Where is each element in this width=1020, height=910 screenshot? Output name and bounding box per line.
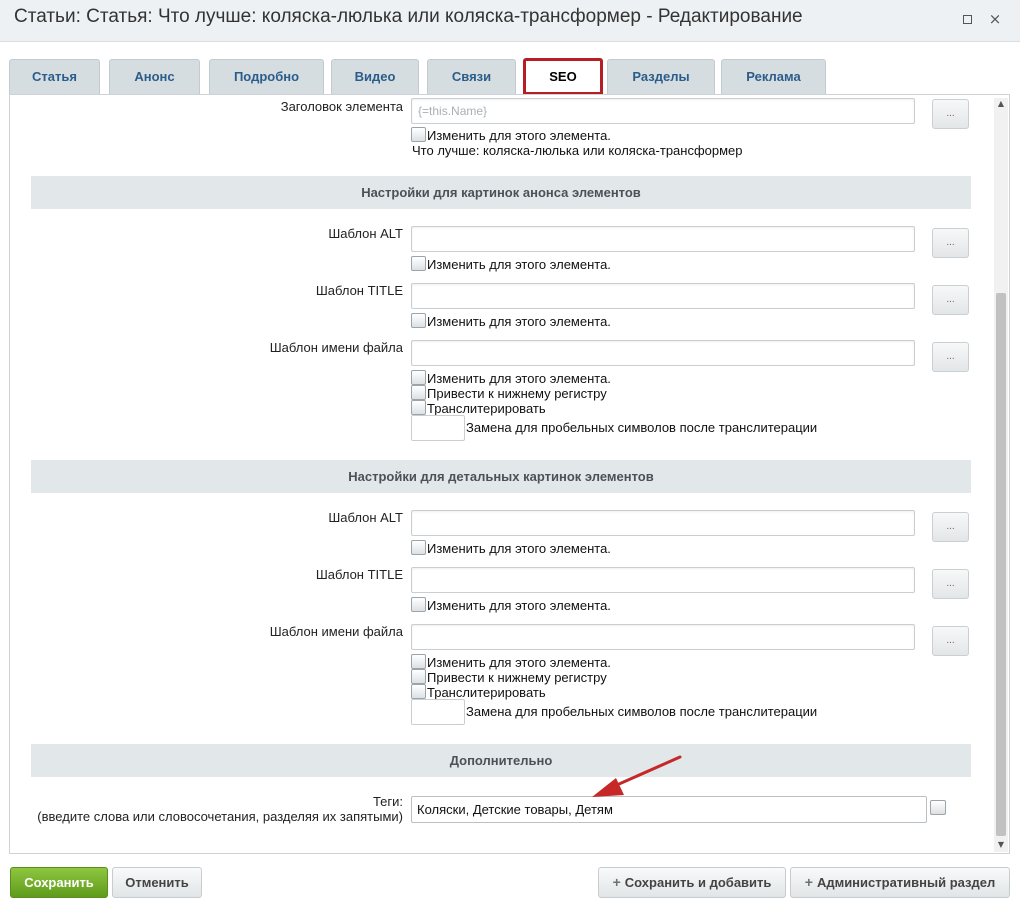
announce-title-label: Шаблон TITLE	[315, 283, 403, 298]
tab-announce[interactable]: Анонс	[109, 59, 200, 94]
window-title: Статьи: Статья: Что лучше: коляска-люльк…	[14, 6, 803, 27]
checkbox-label: Транслитерировать	[427, 685, 546, 700]
scroll-up-icon[interactable]: ▲	[996, 99, 1006, 109]
detail-title-input[interactable]	[411, 567, 915, 593]
element-title-computed: Что лучше: коляска-люлька или коляска-тр…	[412, 143, 743, 158]
save-and-add-button[interactable]: + Сохранить и добавить	[598, 867, 786, 898]
save-and-add-label: Сохранить и добавить	[624, 875, 772, 890]
element-title-change-checkbox-row: Изменить для этого элемента.	[411, 127, 611, 143]
detail-alt-input[interactable]	[411, 510, 915, 536]
maximize-icon[interactable]	[958, 10, 976, 28]
tags-label: Теги:	[372, 794, 403, 809]
admin-section-label: Административный раздел	[816, 875, 996, 890]
scroll-down-icon[interactable]: ▼	[996, 840, 1006, 850]
annotation-arrow-icon	[592, 755, 682, 797]
detail-title-insert-button[interactable]: ...	[932, 569, 969, 599]
detail-title-checkbox-row: Изменить для этого элемента.	[411, 597, 611, 613]
detail-filename-change-row: Изменить для этого элемента.	[411, 654, 611, 670]
detail-lowercase-checkbox[interactable]	[411, 669, 426, 684]
announce-title-insert-button[interactable]: ...	[932, 285, 969, 315]
announce-filename-label: Шаблон имени файла	[269, 340, 403, 355]
tab-seo[interactable]: SEO	[523, 58, 603, 95]
cancel-button[interactable]: Отменить	[112, 867, 202, 898]
tab-sections[interactable]: Разделы	[607, 59, 715, 94]
checkbox-label: Изменить для этого элемента.	[427, 541, 611, 556]
announce-filename-change-row: Изменить для этого элемента.	[411, 370, 611, 386]
announce-translit-checkbox[interactable]	[411, 400, 426, 415]
announce-title-checkbox-row: Изменить для этого элемента.	[411, 313, 611, 329]
admin-section-button[interactable]: + Административный раздел	[790, 867, 1010, 898]
tab-ads[interactable]: Реклама	[721, 59, 826, 94]
detail-images-heading: Настройки для детальных картинок элемент…	[31, 460, 971, 493]
detail-alt-label: Шаблон ALT	[328, 510, 403, 525]
detail-space-replace-input[interactable]	[411, 699, 465, 725]
announce-alt-checkbox-row: Изменить для этого элемента.	[411, 256, 611, 272]
announce-alt-label: Шаблон ALT	[328, 226, 403, 241]
plus-icon: +	[612, 874, 621, 890]
detail-alt-change-checkbox[interactable]	[411, 540, 426, 555]
checkbox-label: Изменить для этого элемента.	[427, 128, 611, 143]
element-title-change-checkbox[interactable]	[411, 127, 426, 142]
tab-video[interactable]: Видео	[331, 59, 419, 94]
announce-alt-input[interactable]	[411, 226, 915, 252]
detail-translit-row: Транслитерировать	[411, 684, 546, 700]
announce-space-replace-input[interactable]	[411, 415, 465, 441]
detail-filename-change-checkbox[interactable]	[411, 654, 426, 669]
detail-alt-checkbox-row: Изменить для этого элемента.	[411, 540, 611, 556]
announce-lowercase-checkbox[interactable]	[411, 385, 426, 400]
announce-filename-input[interactable]	[411, 340, 915, 366]
detail-filename-insert-button[interactable]: ...	[932, 626, 969, 656]
checkbox-label: Привести к нижнему регистру	[427, 670, 607, 685]
checkbox-label: Привести к нижнему регистру	[427, 386, 607, 401]
detail-filename-input[interactable]	[411, 624, 915, 650]
announce-filename-change-checkbox[interactable]	[411, 370, 426, 385]
checkbox-label: Изменить для этого элемента.	[427, 655, 611, 670]
tags-checkbox[interactable]	[930, 800, 946, 815]
announce-title-input[interactable]	[411, 283, 915, 309]
announce-translit-row: Транслитерировать	[411, 400, 546, 416]
announce-filename-insert-button[interactable]: ...	[932, 342, 969, 372]
announce-images-heading: Настройки для картинок анонса элементов	[31, 176, 971, 209]
detail-title-label: Шаблон TITLE	[315, 567, 403, 582]
close-icon[interactable]: ×	[986, 10, 1004, 28]
announce-lowercase-row: Привести к нижнему регистру	[411, 385, 607, 401]
save-button[interactable]: Сохранить	[10, 867, 108, 898]
tab-links[interactable]: Связи	[427, 59, 516, 94]
element-title-input[interactable]: {=this.Name}	[411, 98, 915, 124]
detail-alt-insert-button[interactable]: ...	[932, 512, 969, 542]
element-title-insert-button[interactable]: ...	[932, 99, 969, 129]
plus-icon: +	[804, 874, 813, 890]
detail-title-change-checkbox[interactable]	[411, 597, 426, 612]
scrollbar-thumb[interactable]	[996, 293, 1006, 836]
announce-alt-change-checkbox[interactable]	[411, 256, 426, 271]
extra-heading: Дополнительно	[31, 744, 971, 777]
checkbox-label: Транслитерировать	[427, 401, 546, 416]
element-title-label: Заголовок элемента	[280, 99, 403, 114]
announce-space-replace-label: Замена для пробельных символов после тра…	[466, 420, 818, 435]
announce-alt-insert-button[interactable]: ...	[932, 228, 969, 258]
checkbox-label: Изменить для этого элемента.	[427, 314, 611, 329]
detail-space-replace-label: Замена для пробельных символов после тра…	[466, 704, 818, 719]
detail-filename-label: Шаблон имени файла	[269, 624, 403, 639]
checkbox-label: Изменить для этого элемента.	[427, 371, 611, 386]
checkbox-label: Изменить для этого элемента.	[427, 257, 611, 272]
detail-translit-checkbox[interactable]	[411, 684, 426, 699]
window-titlebar: Статьи: Статья: Что лучше: коляска-люльк…	[0, 0, 1020, 42]
detail-lowercase-row: Привести к нижнему регистру	[411, 669, 607, 685]
announce-title-change-checkbox[interactable]	[411, 313, 426, 328]
tab-details[interactable]: Подробно	[209, 59, 324, 94]
checkbox-label: Изменить для этого элемента.	[427, 598, 611, 613]
tags-hint: (введите слова или словосочетания, разде…	[37, 809, 403, 824]
tab-article[interactable]: Статья	[9, 59, 100, 94]
